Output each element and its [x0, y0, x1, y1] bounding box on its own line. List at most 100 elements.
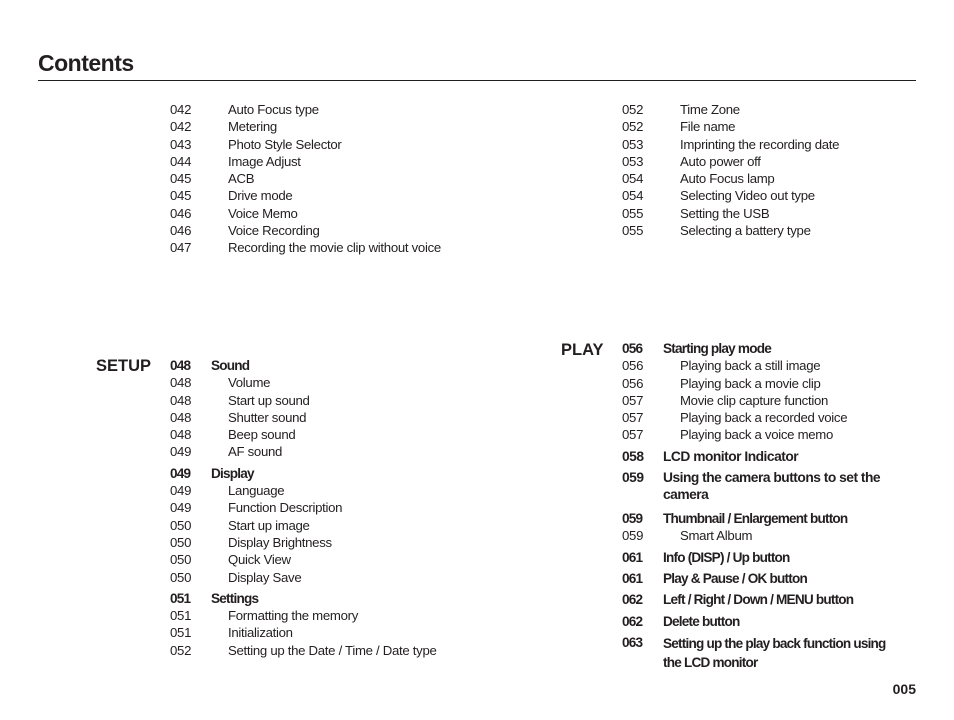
toc-page-number: 055: [622, 205, 644, 221]
toc-entry[interactable]: 058 LCD monitor Indicator: [622, 448, 922, 465]
toc-entry-label: LCD monitor Indicator: [663, 448, 799, 464]
toc-page-number: 052: [622, 102, 644, 117]
toc-entry-label: Play & Pause / OK button: [663, 570, 808, 586]
toc-entry[interactable]: 045 ACB: [170, 170, 470, 187]
toc-entry[interactable]: 052 File name: [622, 118, 922, 135]
toc-entry[interactable]: 062 Left / Right / Down / MENU button: [622, 591, 922, 608]
toc-entry-label: Settings: [211, 590, 259, 606]
toc-entry[interactable]: 051 Settings: [170, 590, 470, 607]
toc-entry-label: Time Zone: [680, 102, 740, 117]
toc-entry-label: Display Brightness: [228, 534, 332, 550]
toc-entry[interactable]: 048 Sound: [170, 357, 470, 374]
toc-entry[interactable]: 056 Playing back a movie clip: [622, 375, 922, 392]
toc-entry-label: Playing back a still image: [680, 358, 821, 374]
toc-page-number: 050: [170, 517, 192, 533]
toc-page-number: 052: [170, 642, 192, 658]
toc-page-number: 061: [622, 570, 643, 586]
toc-entry[interactable]: 061 Play & Pause / OK button: [622, 570, 922, 587]
toc-entry[interactable]: 042 Auto Focus type: [170, 101, 470, 118]
toc-page-number: 042: [170, 119, 192, 135]
toc-entry-label: Volume: [228, 375, 271, 391]
toc-entry[interactable]: 056 Starting play mode: [622, 340, 922, 357]
toc-entry[interactable]: 048 Start up sound: [170, 392, 470, 409]
toc-page-number: 054: [622, 171, 644, 187]
toc-entry[interactable]: 053 Auto power off: [622, 153, 922, 170]
toc-column-play: 056 Starting play mode 056 Playing back a s…: [622, 340, 922, 671]
toc-entry[interactable]: 056 Playing back a still image: [622, 357, 922, 374]
toc-entry[interactable]: 059 Using the camera buttons to set the c…: [622, 469, 922, 506]
toc-entry-label: Language: [228, 483, 285, 499]
toc-page-number: 059: [622, 528, 644, 544]
toc-entry-label: Photo Style Selector: [228, 136, 342, 152]
toc-entry[interactable]: 048 Beep sound: [170, 426, 470, 443]
toc-entry-label: Voice Recording: [228, 223, 320, 239]
toc-page-number: 063: [622, 634, 643, 650]
toc-page-number: 048: [170, 409, 192, 425]
toc-entry-label: Beep sound: [228, 427, 296, 443]
toc-entry-label: Smart Album: [680, 528, 753, 544]
toc-page-number: 056: [622, 358, 644, 374]
toc-entry[interactable]: 048 Shutter sound: [170, 409, 470, 426]
toc-entry[interactable]: 059 Thumbnail / Enlargement button: [622, 510, 922, 527]
toc-column-setup: 048 Sound 048 Volume 048 Start up sound 048 Shu…: [170, 357, 470, 659]
toc-entry[interactable]: 049 Language: [170, 482, 470, 499]
toc-entry[interactable]: 045 Drive mode: [170, 187, 470, 204]
toc-entry[interactable]: 054 Auto Focus lamp: [622, 170, 922, 187]
toc-entry[interactable]: 042 Metering: [170, 118, 470, 135]
toc-page-number: 053: [622, 153, 644, 169]
toc-entry-label: Selecting Video out type: [680, 188, 815, 204]
toc-entry[interactable]: 052 Setting up the Date / Time / Date typ…: [170, 642, 470, 659]
toc-page-number: 048: [170, 392, 192, 408]
toc-entry[interactable]: 055 Selecting a battery type: [622, 222, 922, 239]
toc-entry-label: Auto Focus type: [228, 102, 319, 117]
toc-entry[interactable]: 049 Display: [170, 465, 470, 482]
toc-page-number: 053: [622, 136, 644, 152]
toc-entry[interactable]: 046 Voice Memo: [170, 205, 470, 222]
toc-entry[interactable]: 057 Movie clip capture function: [622, 392, 922, 409]
toc-entry[interactable]: 055 Setting the USB: [622, 205, 922, 222]
toc-entry-label: Shutter sound: [228, 409, 307, 425]
toc-page-number: 044: [170, 153, 192, 169]
toc-entry[interactable]: 061 Info (DISP) / Up button: [622, 549, 922, 566]
toc-entry-label: Initialization: [228, 625, 293, 641]
toc-entry-label: Setting the USB: [680, 205, 770, 221]
toc-entry[interactable]: 046 Voice Recording: [170, 222, 470, 239]
toc-page-number: 049: [170, 444, 192, 460]
toc-page-number: 057: [622, 427, 644, 443]
toc-entry[interactable]: 057 Playing back a recorded voice: [622, 409, 922, 426]
toc-page-number: 048: [170, 375, 192, 391]
toc-entry-label: Setting up the Date / Time / Date type: [228, 642, 437, 658]
toc-entry[interactable]: 049 AF sound: [170, 443, 470, 460]
toc-page-number: 050: [170, 552, 192, 568]
toc-entry[interactable]: 044 Image Adjust: [170, 153, 470, 170]
toc-entry-label: File name: [680, 119, 736, 135]
toc-entry[interactable]: 050 Display Save: [170, 569, 470, 586]
toc-entry[interactable]: 063 Setting up the play back function usi…: [622, 634, 922, 671]
toc-entry[interactable]: 057 Playing back a voice memo: [622, 426, 922, 443]
toc-entry[interactable]: 047 Recording the movie clip without voic…: [170, 239, 470, 256]
toc-page-number: 049: [170, 500, 192, 516]
toc-page-number: 050: [170, 569, 192, 585]
title-rule: [38, 80, 916, 81]
toc-entry[interactable]: 043 Photo Style Selector: [170, 136, 470, 153]
section-heading-play: PLAY: [561, 341, 604, 359]
toc-entry[interactable]: 050 Start up image: [170, 517, 470, 534]
toc-entry[interactable]: 050 Quick View: [170, 551, 470, 568]
toc-entry[interactable]: 059 Smart Album: [622, 527, 922, 544]
toc-entry[interactable]: 048 Volume: [170, 374, 470, 391]
toc-entry-label: Display Save: [228, 569, 302, 585]
toc-entry[interactable]: 050 Display Brightness: [170, 534, 470, 551]
toc-entry-label: ACB: [228, 171, 255, 187]
page-number: 005: [892, 681, 916, 697]
toc-entry[interactable]: 051 Initialization: [170, 624, 470, 641]
toc-entry[interactable]: 052 Time Zone: [622, 101, 922, 118]
toc-entry[interactable]: 062 Delete button: [622, 613, 922, 630]
toc-entry[interactable]: 051 Formatting the memory: [170, 607, 470, 624]
toc-page-number: 043: [170, 136, 192, 152]
toc-entry[interactable]: 053 Imprinting the recording date: [622, 136, 922, 153]
section-heading-setup: SETUP: [96, 357, 152, 375]
toc-page-number: 061: [622, 549, 643, 565]
toc-entry[interactable]: 054 Selecting Video out type: [622, 187, 922, 204]
toc-page-number: 049: [170, 465, 191, 481]
toc-entry[interactable]: 049 Function Description: [170, 499, 470, 516]
